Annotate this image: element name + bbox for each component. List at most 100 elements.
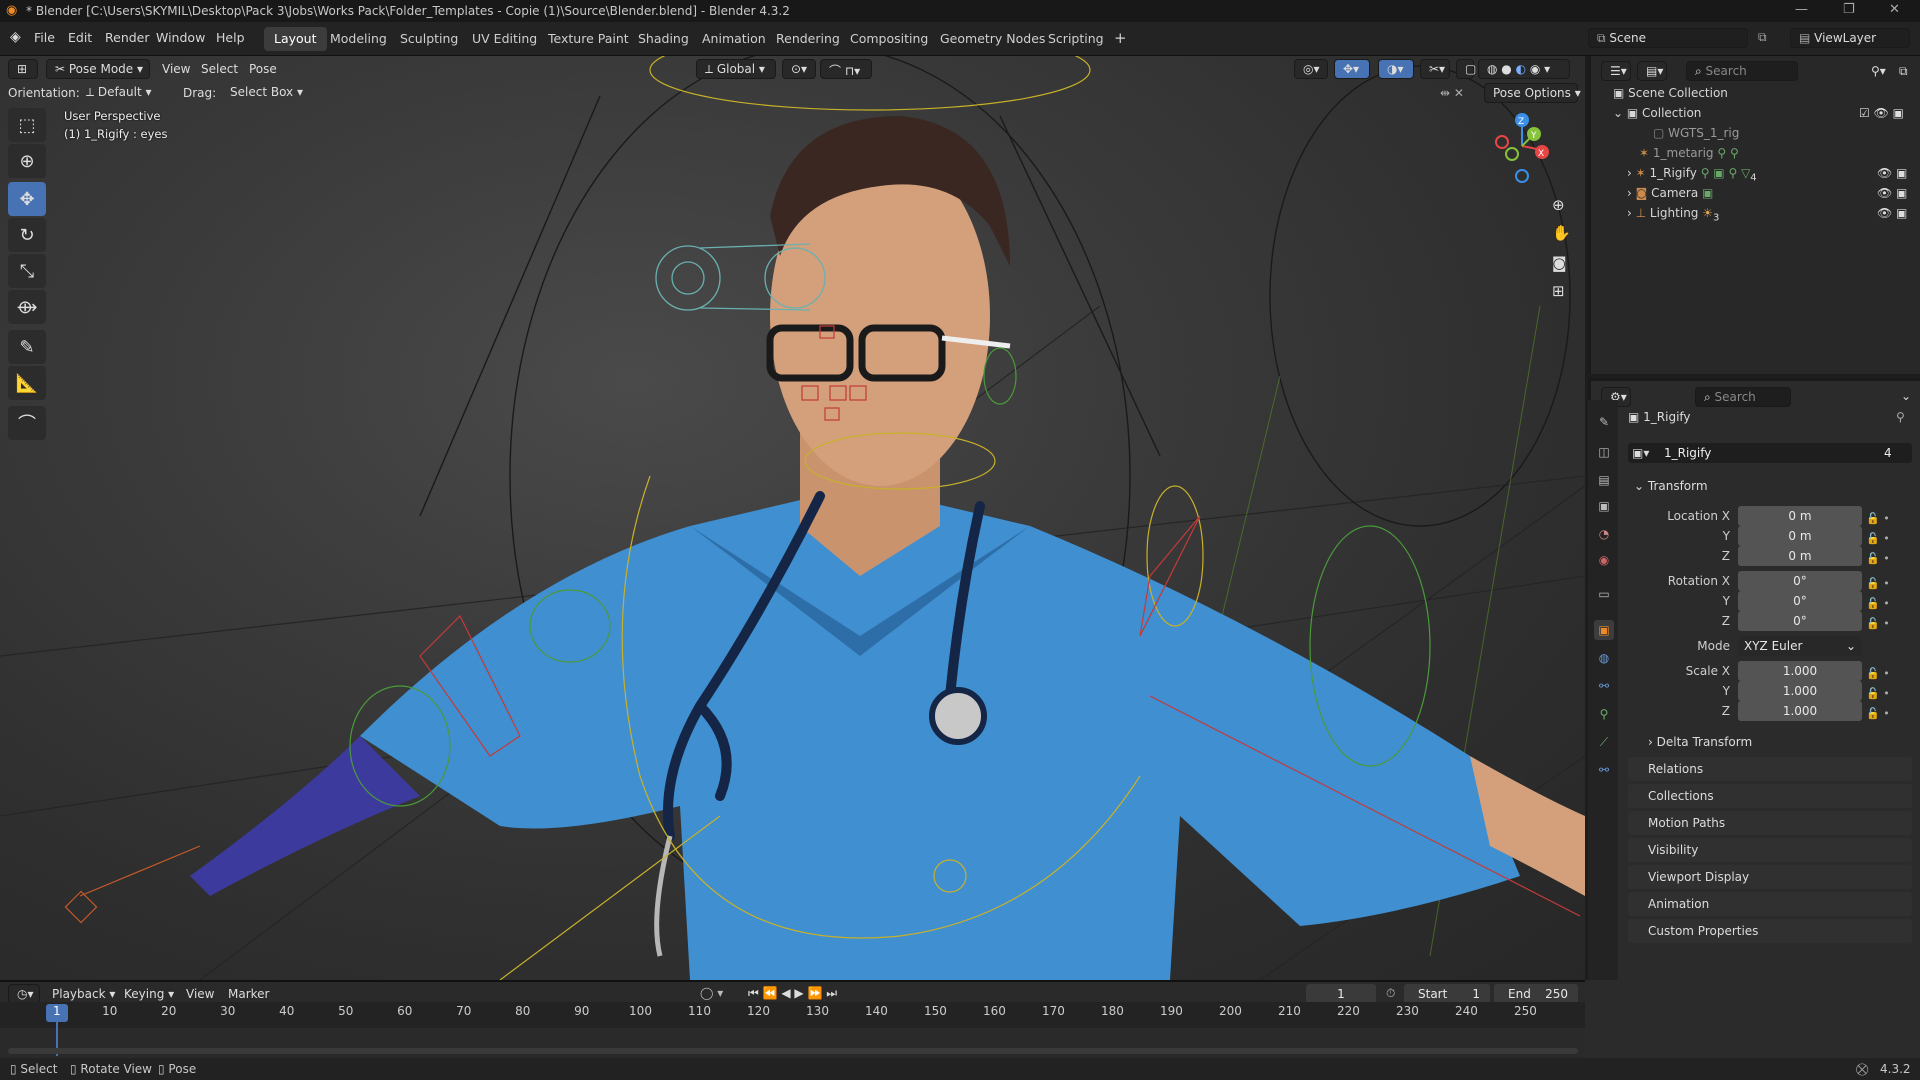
orientation-dropdown[interactable]: ⟂ Default ▾ bbox=[78, 83, 174, 103]
scale-z-field[interactable]: 1.000 bbox=[1738, 701, 1862, 721]
measure-tool-icon[interactable]: 📐 bbox=[8, 366, 46, 400]
tab-rendering[interactable]: Rendering bbox=[766, 27, 850, 51]
tab-texture-paint[interactable]: Texture Paint bbox=[538, 27, 639, 51]
maximize-button[interactable]: ❐ bbox=[1843, 2, 1855, 17]
datablock-name[interactable]: 1_Rigify bbox=[1664, 446, 1711, 460]
rotation-x-field[interactable]: 0° bbox=[1738, 571, 1862, 591]
lock-icons-scale[interactable]: 🔓 • 🔓 • 🔓 • bbox=[1866, 664, 1890, 724]
lock-icons-rotation[interactable]: 🔓 • 🔓 • 🔓 • bbox=[1866, 574, 1890, 634]
render-tab-icon[interactable]: ◫ bbox=[1594, 442, 1614, 462]
outliner-search-input[interactable]: ⌕ Search bbox=[1686, 61, 1798, 81]
menu-select[interactable]: Select bbox=[201, 62, 238, 76]
scale-y-field[interactable]: 1.000 bbox=[1738, 681, 1862, 701]
rotation-y-field[interactable]: 0° bbox=[1738, 591, 1862, 611]
collection-item[interactable]: ⌄ ▣ Collection bbox=[1613, 106, 1701, 120]
scale-x-field[interactable]: 1.000 bbox=[1738, 661, 1862, 681]
view-layer-tab-icon[interactable]: ▣ bbox=[1594, 496, 1614, 516]
move-tool-icon[interactable]: ✥ bbox=[8, 182, 46, 216]
tab-uv-editing[interactable]: UV Editing bbox=[462, 27, 547, 51]
rotate-tool-icon[interactable]: ↻ bbox=[8, 218, 46, 252]
panel-viewport-display[interactable]: Viewport Display bbox=[1628, 865, 1912, 889]
viewlayer-selector[interactable]: ▤ ViewLayer bbox=[1790, 28, 1910, 48]
menu-edit[interactable]: Edit bbox=[68, 30, 92, 45]
tab-animation[interactable]: Animation bbox=[692, 27, 776, 51]
menu-help[interactable]: Help bbox=[216, 30, 245, 45]
snap-icon[interactable]: ⌒ ⊓▾ bbox=[820, 59, 872, 79]
pose-sym-icon[interactable]: ⇹ ✕ bbox=[1440, 86, 1464, 100]
filter-icon[interactable]: ⚲▾ bbox=[1871, 64, 1886, 78]
tab-geometry-nodes[interactable]: Geometry Nodes bbox=[930, 27, 1055, 51]
gizmo-toggle-icon[interactable]: ✥▾ bbox=[1334, 59, 1370, 79]
bone-constraints-tab-icon[interactable]: ⚯ bbox=[1594, 760, 1614, 780]
relax-tool-icon[interactable]: ⌒ bbox=[8, 406, 46, 440]
new-collection-icon[interactable]: ⧉ bbox=[1899, 64, 1908, 79]
camera-view-icon[interactable]: ◙ bbox=[1552, 254, 1567, 272]
delta-transform-subpanel[interactable]: › Delta Transform bbox=[1648, 735, 1752, 749]
physics-tab-icon[interactable]: ◍ bbox=[1594, 648, 1614, 668]
bone-overlay-icon[interactable]: ✂▾ bbox=[1420, 59, 1450, 79]
tab-sculpting[interactable]: Sculpting bbox=[390, 27, 468, 51]
world-tab-icon[interactable]: ◉ bbox=[1594, 550, 1614, 570]
select-box-tool-icon[interactable]: ⬚ bbox=[8, 108, 46, 142]
outliner-item-metarig[interactable]: ✶ 1_metarig ⚲ ⚲ bbox=[1639, 146, 1739, 160]
rigify-visibility-icon[interactable]: 👁 ▣ bbox=[1877, 166, 1907, 180]
rotation-mode-dropdown[interactable]: XYZ Euler ⌄ bbox=[1738, 636, 1862, 656]
location-x-field[interactable]: 0 m bbox=[1738, 506, 1862, 526]
menu-view[interactable]: View bbox=[162, 62, 190, 76]
annotate-tool-icon[interactable]: ✎ bbox=[8, 330, 46, 364]
panel-motion-paths[interactable]: Motion Paths bbox=[1628, 811, 1912, 835]
blender-menu-icon[interactable]: ◈ bbox=[10, 29, 21, 45]
collection-tab-icon[interactable]: ▭ bbox=[1594, 584, 1614, 604]
tool-tab-icon[interactable]: ✎ bbox=[1594, 412, 1614, 432]
ortho-grid-icon[interactable]: ⊞ bbox=[1552, 282, 1565, 300]
tab-scripting[interactable]: Scripting bbox=[1038, 27, 1114, 51]
outliner-editor-icon[interactable]: ☰▾ bbox=[1601, 61, 1631, 81]
datablock-browse-icon[interactable]: ▣▾ bbox=[1632, 446, 1649, 460]
pin-icon[interactable]: ⚲ bbox=[1896, 410, 1905, 424]
visibility-icon[interactable]: ◎▾ bbox=[1294, 59, 1328, 79]
constraints-tab-icon[interactable]: ⚯ bbox=[1594, 676, 1614, 696]
mode-selector[interactable]: ✂ Pose Mode ▾ bbox=[46, 59, 150, 79]
armature-data-tab-icon[interactable]: ⚲ bbox=[1594, 704, 1614, 724]
xray-icon[interactable]: ▢ bbox=[1456, 59, 1476, 79]
pose-options-dropdown[interactable]: Pose Options ▾ bbox=[1484, 83, 1581, 103]
display-mode-icon[interactable]: ▤▾ bbox=[1637, 61, 1667, 81]
menu-file[interactable]: File bbox=[34, 30, 55, 45]
outliner-item-lighting[interactable]: › ⊥ Lighting ☀3 bbox=[1627, 206, 1719, 223]
scale-tool-icon[interactable]: ⤡ bbox=[8, 254, 46, 288]
output-tab-icon[interactable]: ▤ bbox=[1594, 470, 1614, 490]
outliner-item-camera[interactable]: › ◙ Camera ▣ bbox=[1627, 186, 1713, 200]
panel-visibility[interactable]: Visibility bbox=[1628, 838, 1912, 862]
cursor-tool-icon[interactable]: ⊕ bbox=[8, 144, 46, 178]
location-y-field[interactable]: 0 m bbox=[1738, 526, 1862, 546]
tab-modeling[interactable]: Modeling bbox=[320, 27, 397, 51]
overlay-toggle-icon[interactable]: ◑▾ bbox=[1378, 59, 1414, 79]
tab-compositing[interactable]: Compositing bbox=[840, 27, 938, 51]
scene-selector[interactable]: ⧉ Scene bbox=[1588, 28, 1748, 48]
bone-tab-icon[interactable]: ⟋ bbox=[1594, 732, 1614, 752]
properties-search-input[interactable]: ⌕ Search bbox=[1695, 387, 1791, 407]
menu-render[interactable]: Render bbox=[105, 30, 150, 45]
close-button[interactable]: ✕ bbox=[1889, 2, 1900, 17]
3d-viewport[interactable]: ⊞ ✂ Pose Mode ▾ View Select Pose ⟂ Globa… bbox=[0, 56, 1585, 980]
shading-modes[interactable]: ◍ ● ◐ ◉ ▾ bbox=[1478, 59, 1570, 79]
panel-animation[interactable]: Animation bbox=[1628, 892, 1912, 916]
editor-type-icon[interactable]: ⊞ bbox=[8, 59, 38, 79]
lighting-visibility-icon[interactable]: 👁 ▣ bbox=[1877, 206, 1907, 220]
transform-panel-header[interactable]: ⌄ Transform bbox=[1634, 479, 1708, 493]
camera-visibility-icon[interactable]: 👁 ▣ bbox=[1877, 186, 1907, 200]
transform-tool-icon[interactable]: ⟴ bbox=[8, 290, 46, 324]
collection-checkbox[interactable]: ☑ 👁 ▣ bbox=[1859, 106, 1904, 120]
menu-window[interactable]: Window bbox=[156, 30, 205, 45]
location-z-field[interactable]: 0 m bbox=[1738, 546, 1862, 566]
chevron-down-icon[interactable]: ⌄ bbox=[1901, 389, 1911, 403]
panel-collections[interactable]: Collections bbox=[1628, 784, 1912, 808]
panel-custom-properties[interactable]: Custom Properties bbox=[1628, 919, 1912, 943]
timeline-scrollbar[interactable] bbox=[8, 1048, 1578, 1054]
rotation-z-field[interactable]: 0° bbox=[1738, 611, 1862, 631]
tab-layout[interactable]: Layout bbox=[264, 27, 327, 51]
drag-dropdown[interactable]: Select Box ▾ bbox=[222, 83, 303, 103]
menu-pose[interactable]: Pose bbox=[249, 62, 277, 76]
object-tab-icon[interactable]: ▣ bbox=[1594, 620, 1614, 640]
panel-relations[interactable]: Relations bbox=[1628, 757, 1912, 781]
